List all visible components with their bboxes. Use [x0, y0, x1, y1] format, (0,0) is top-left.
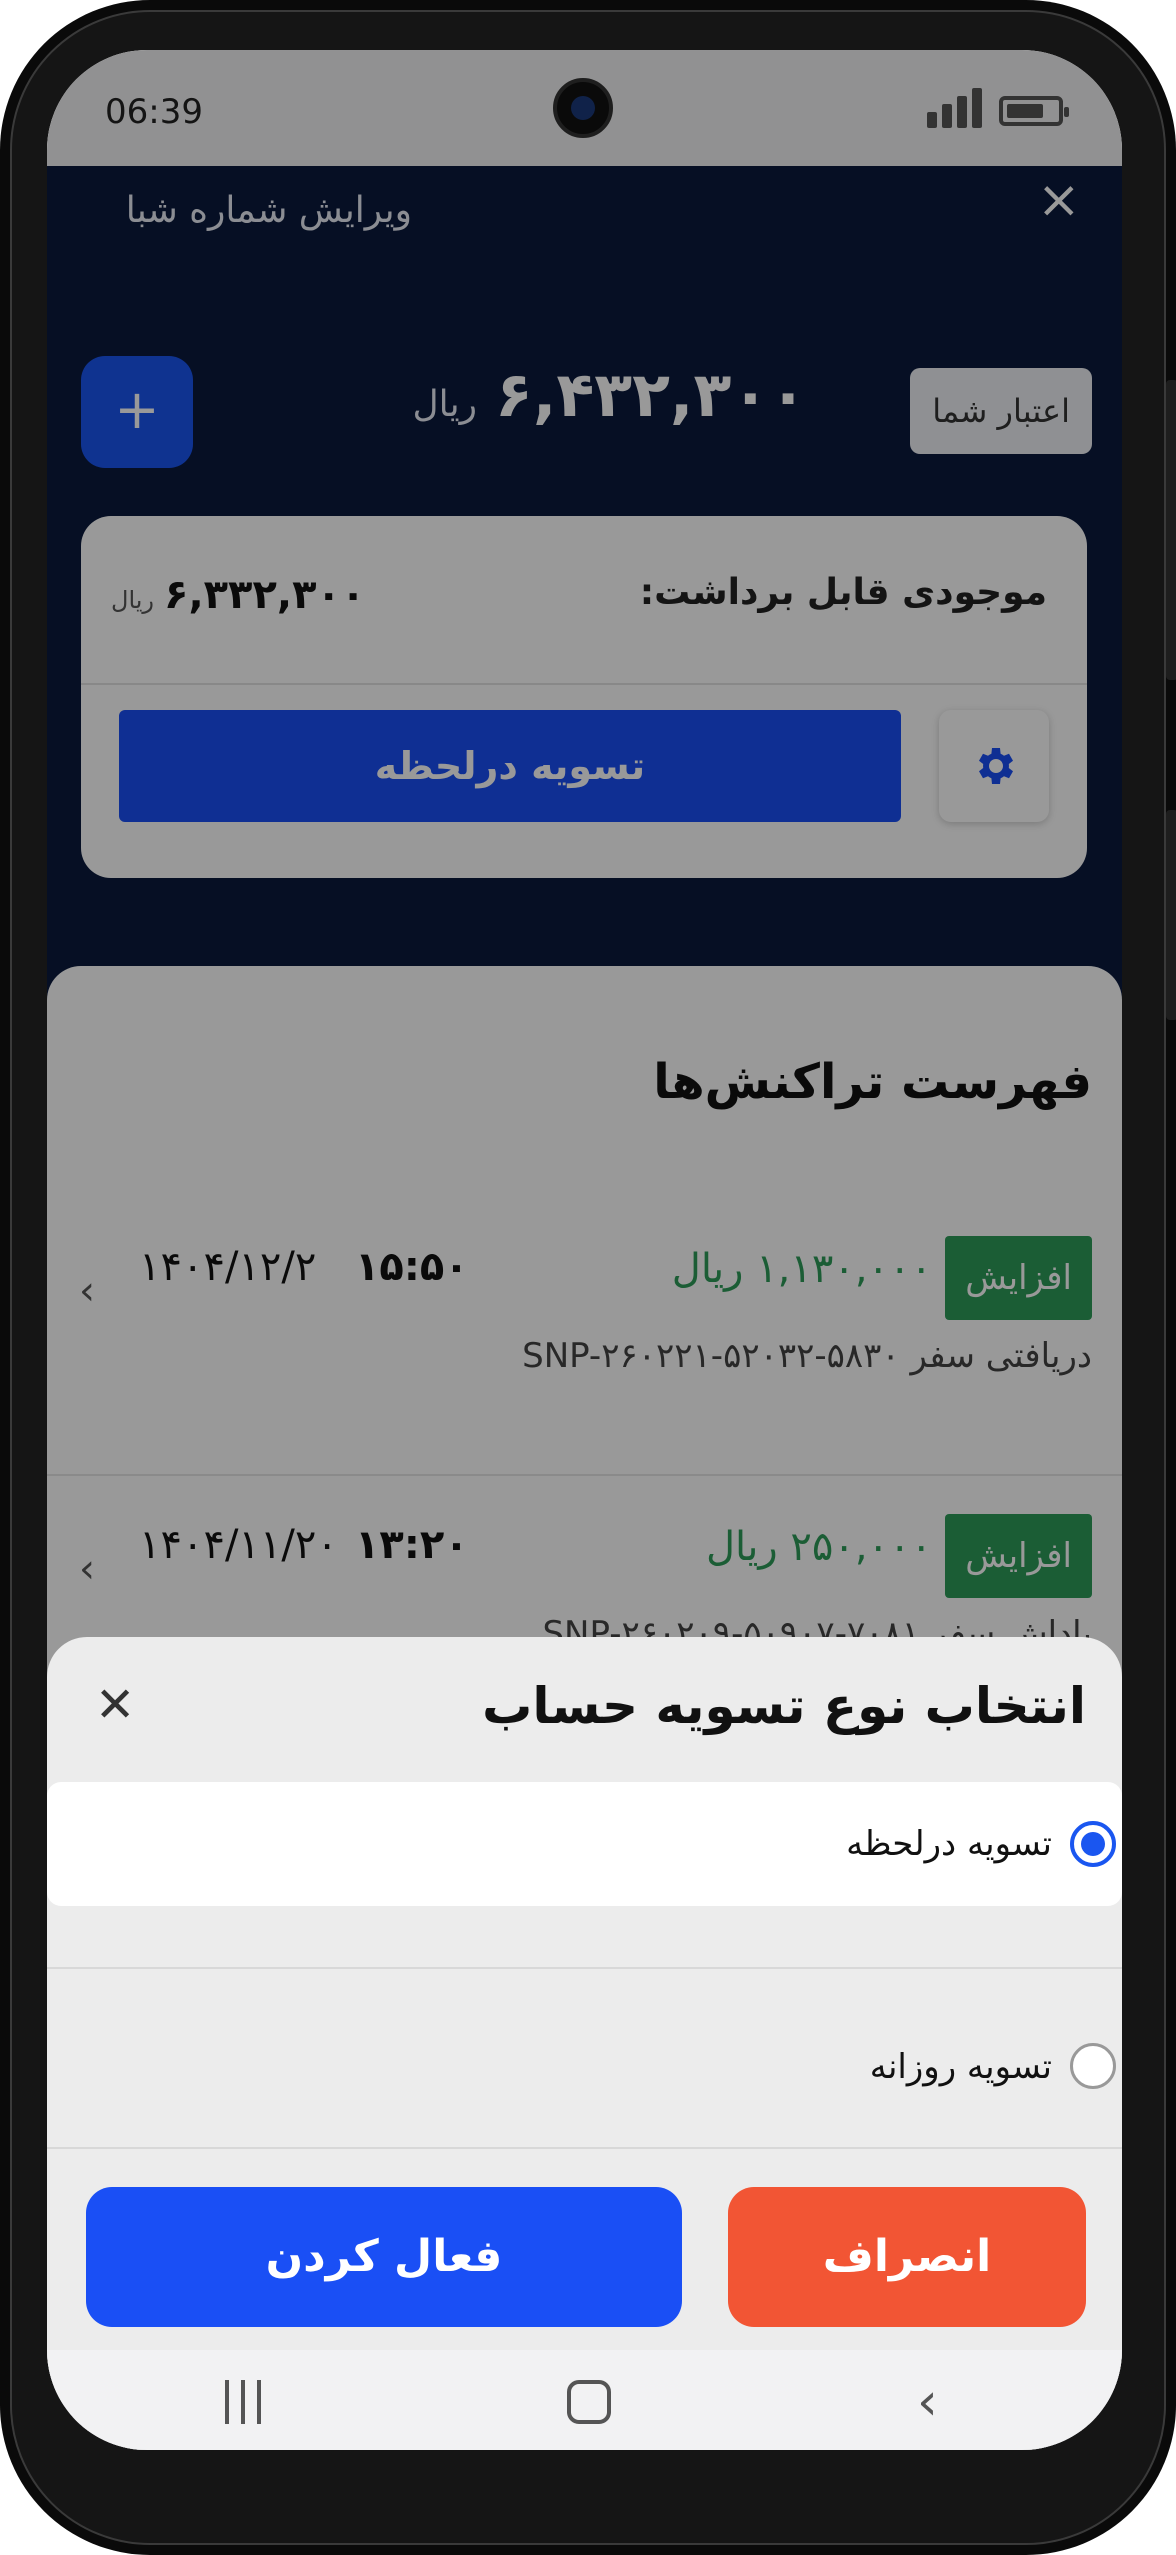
screen: 06:39 ویرایش شماره شبا × اعتبار شما ۶,۴۳…: [47, 50, 1122, 2450]
option-label: تسویه درلحظه: [846, 1824, 1052, 1864]
option-daily-settlement[interactable]: تسویه روزانه: [47, 1987, 1122, 2147]
radio-icon[interactable]: [1070, 2043, 1116, 2089]
divider: [47, 1967, 1122, 1969]
option-label: تسویه روزانه: [869, 2047, 1052, 2087]
nav-back-icon[interactable]: ‹: [917, 2376, 938, 2428]
power-button: [1166, 810, 1176, 1020]
activate-button[interactable]: فعال کردن: [86, 2187, 682, 2327]
nav-recent-icon[interactable]: [221, 2380, 265, 2424]
settlement-type-sheet: انتخاب نوع تسویه حساب ✕ تسویه درلحظه تسو…: [47, 1637, 1122, 2350]
sheet-title: انتخاب نوع تسویه حساب: [482, 1677, 1086, 1735]
radio-icon[interactable]: [1070, 1821, 1116, 1867]
nav-home-icon[interactable]: [567, 2380, 611, 2424]
system-nav-bar: ‹: [47, 2350, 1122, 2450]
divider: [47, 2147, 1122, 2149]
close-icon[interactable]: ✕: [95, 1681, 135, 1729]
option-instant-settlement[interactable]: تسویه درلحظه: [47, 1782, 1122, 1906]
phone-frame: 06:39 ویرایش شماره شبا × اعتبار شما ۶,۴۳…: [0, 0, 1176, 2555]
volume-button: [1166, 380, 1176, 680]
cancel-button[interactable]: انصراف: [728, 2187, 1086, 2327]
